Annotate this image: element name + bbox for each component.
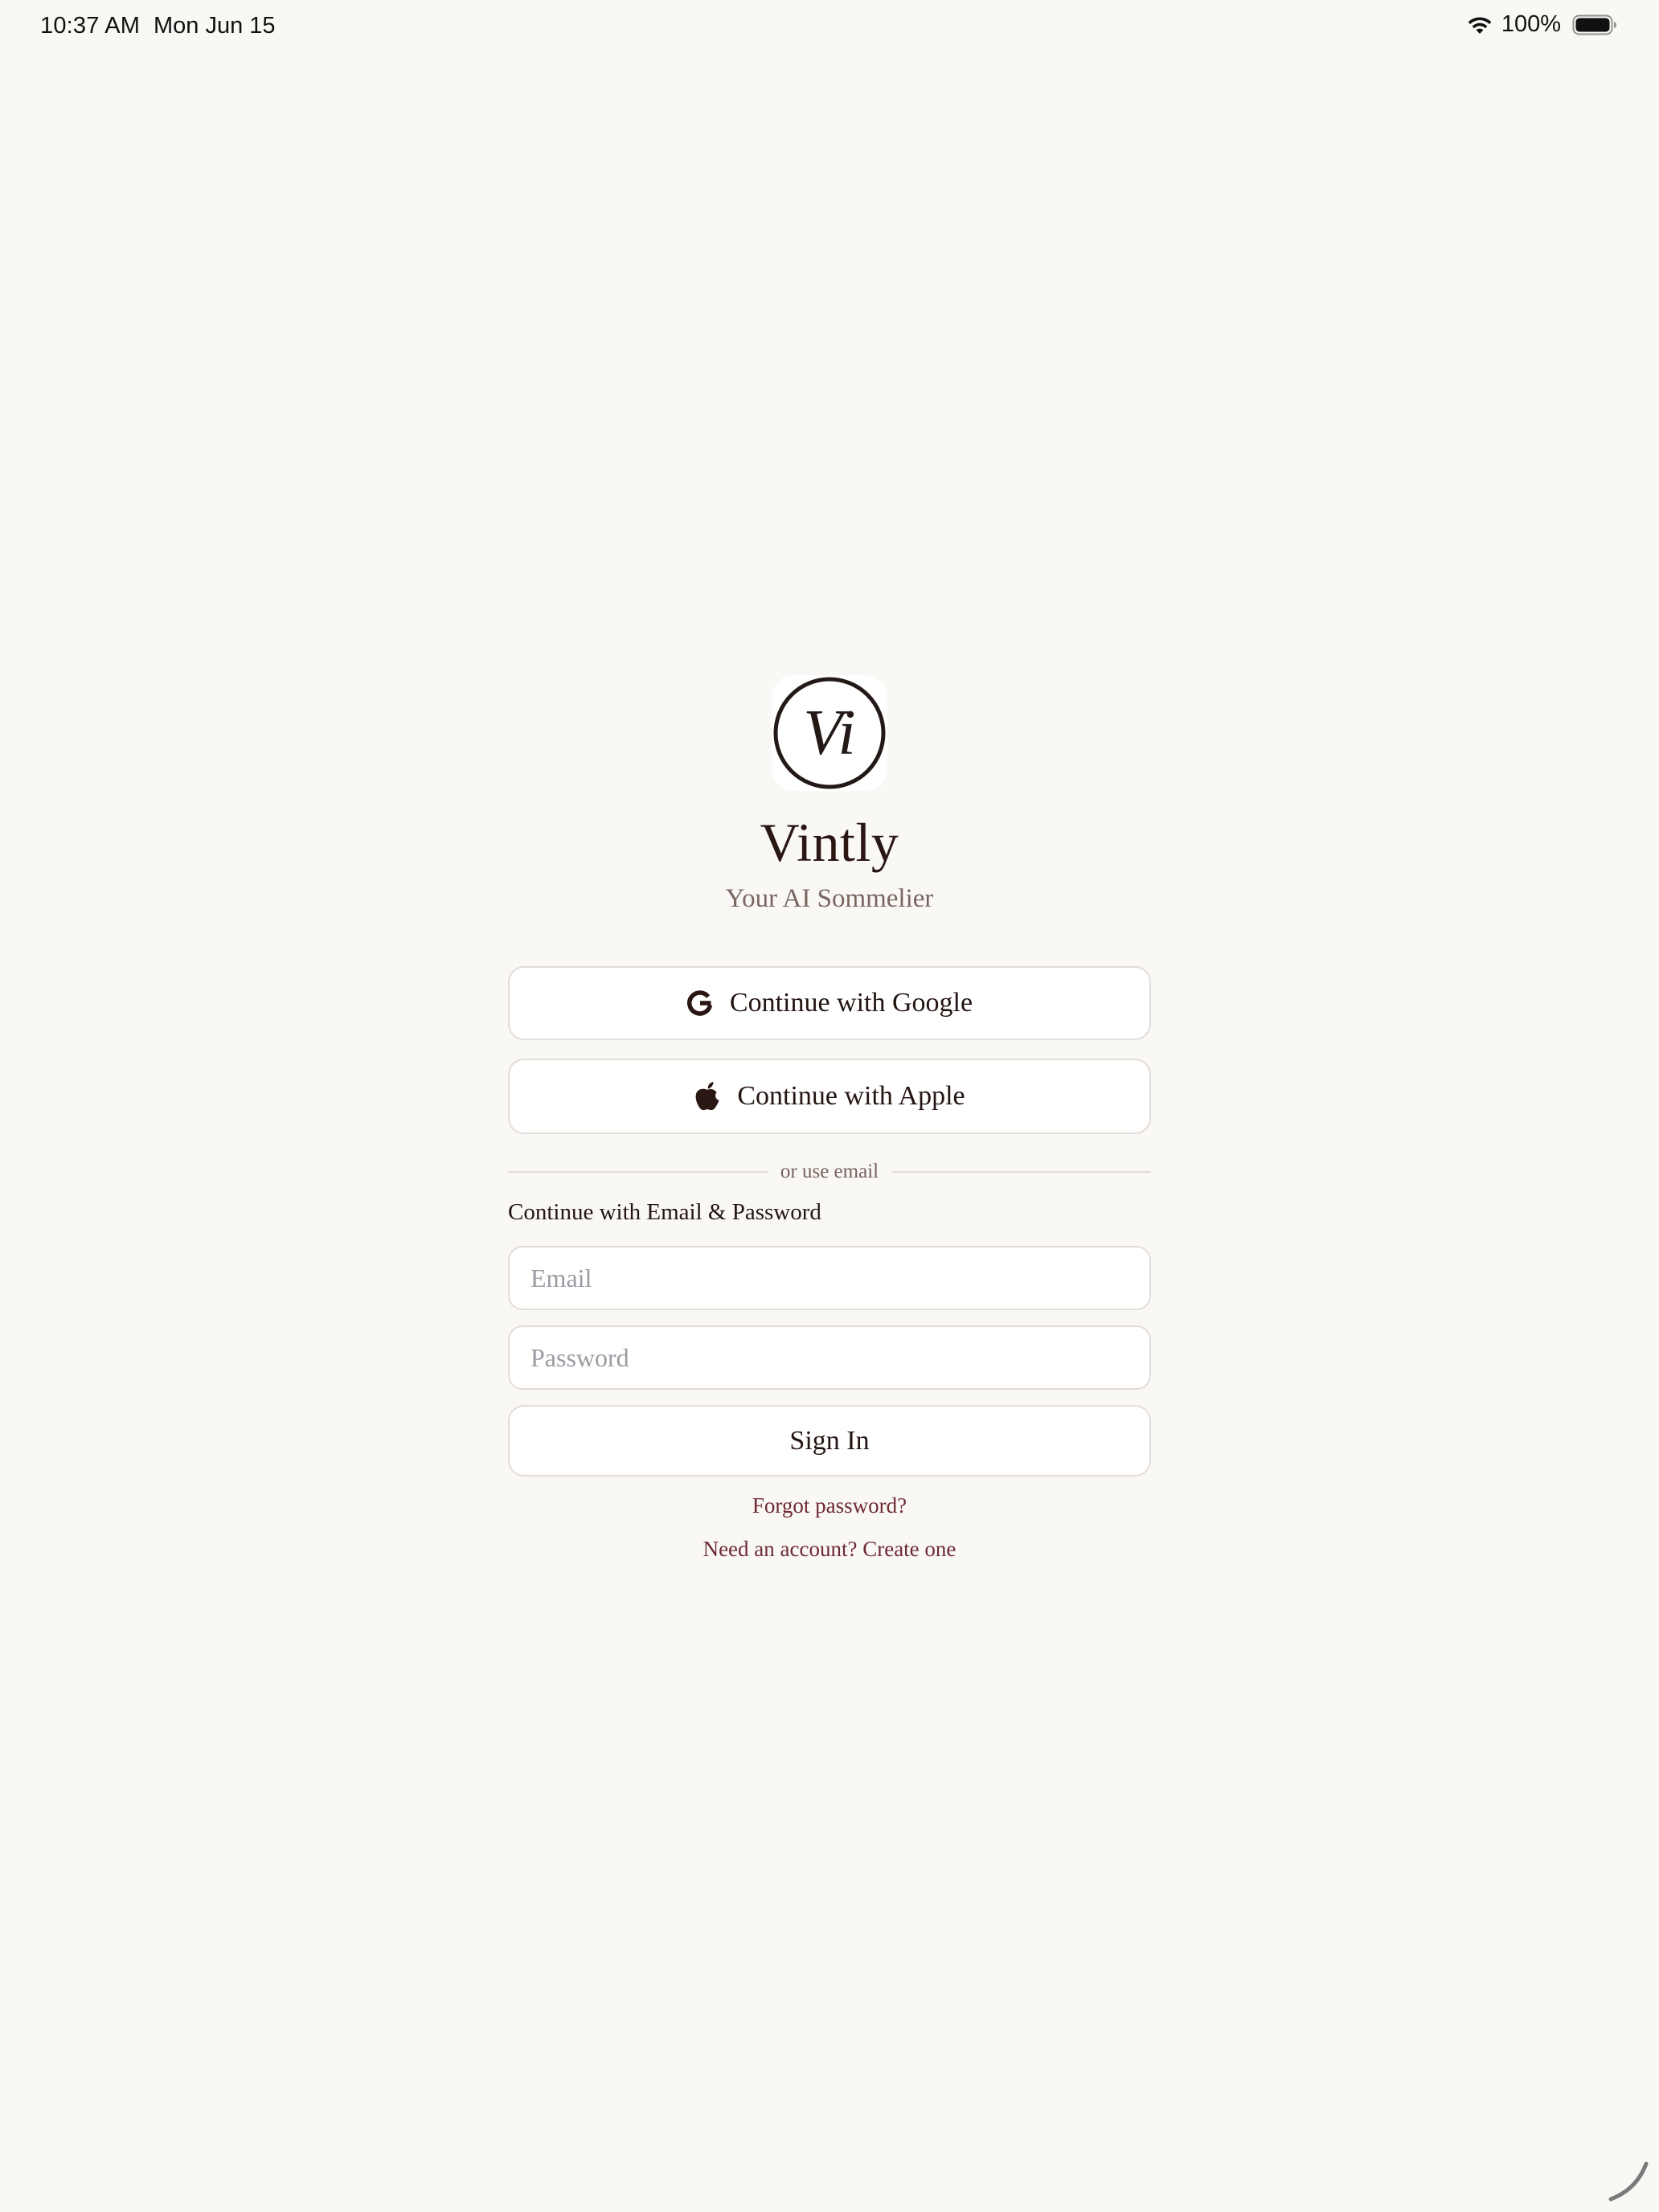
divider-line-right bbox=[891, 1171, 1151, 1173]
status-indicators: 100% bbox=[1466, 11, 1617, 38]
resize-handle-icon[interactable] bbox=[1604, 2157, 1649, 2202]
google-button-label: Continue with Google bbox=[729, 988, 973, 1018]
logo-monogram-icon: Vi bbox=[773, 677, 886, 789]
logo-monogram-text: Vi bbox=[803, 698, 855, 768]
sign-in-label: Sign In bbox=[789, 1425, 870, 1456]
forgot-password-link[interactable]: Forgot password? bbox=[508, 1493, 1151, 1518]
apple-icon bbox=[694, 1081, 721, 1112]
app-subtitle: Your AI Sommelier bbox=[725, 884, 934, 913]
continue-with-google-button[interactable]: Continue with Google bbox=[508, 966, 1151, 1040]
battery-full-icon bbox=[1572, 14, 1616, 35]
status-bar: 10:37 AM Mon Jun 15 100% bbox=[0, 0, 1659, 51]
divider-text: or use email bbox=[780, 1161, 879, 1182]
google-icon bbox=[686, 989, 714, 1017]
status-time: 10:37 AM bbox=[40, 13, 141, 39]
email-input[interactable] bbox=[508, 1246, 1151, 1310]
create-account-link[interactable]: Need an account? Create one bbox=[508, 1537, 1151, 1562]
status-date: Mon Jun 15 bbox=[154, 13, 276, 39]
divider-line-left bbox=[508, 1171, 768, 1173]
app-logo: Vi bbox=[772, 675, 887, 791]
battery-percent: 100% bbox=[1501, 11, 1561, 37]
wifi-icon bbox=[1468, 16, 1492, 34]
continue-with-apple-button[interactable]: Continue with Apple bbox=[508, 1059, 1151, 1134]
password-input[interactable] bbox=[508, 1325, 1151, 1390]
app-title: Vintly bbox=[760, 812, 899, 873]
email-section-label: Continue with Email & Password bbox=[508, 1199, 821, 1225]
apple-button-label: Continue with Apple bbox=[737, 1081, 965, 1111]
sign-in-button[interactable]: Sign In bbox=[508, 1405, 1151, 1477]
or-divider: or use email bbox=[508, 1159, 1151, 1185]
